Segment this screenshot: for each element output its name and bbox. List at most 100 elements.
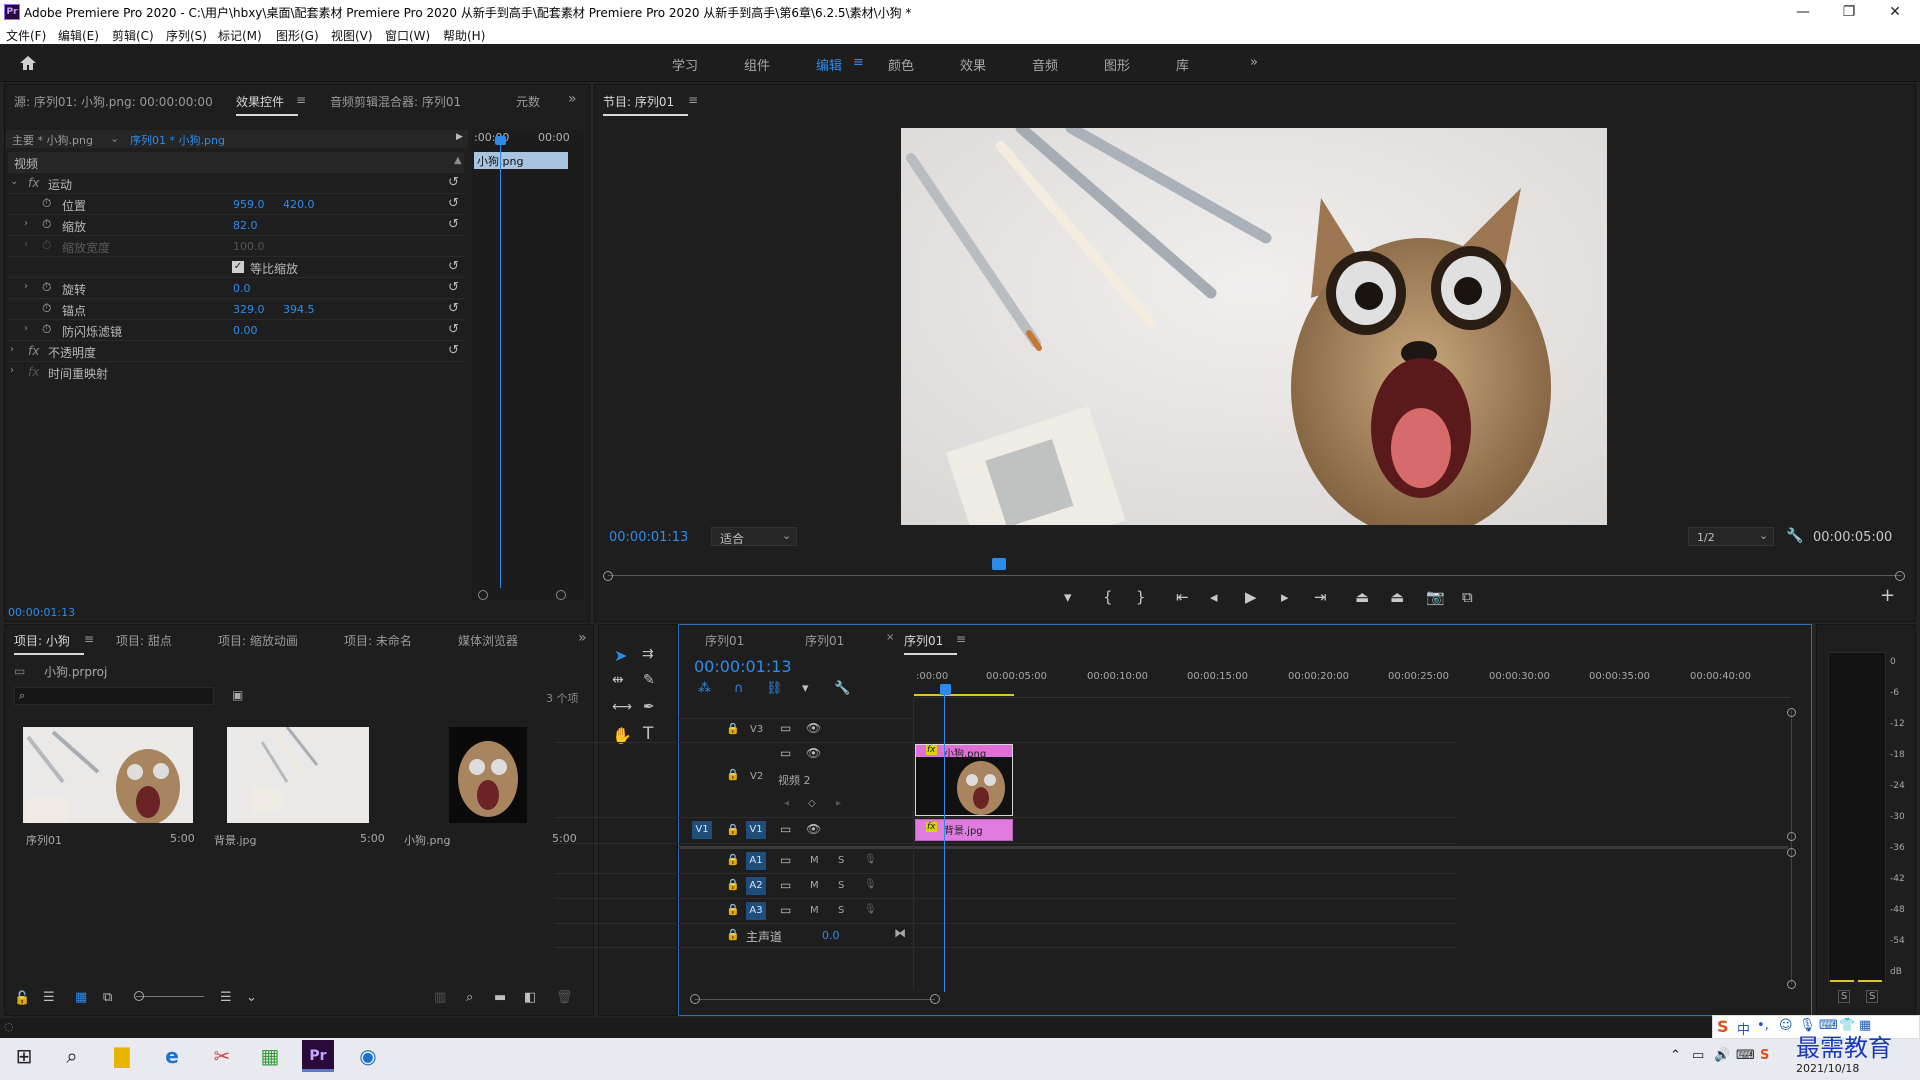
eye-icon[interactable]: 👁 [806, 822, 821, 836]
go-to-out-icon[interactable]: ⇥ [1314, 588, 1327, 606]
close-tab-icon[interactable]: × [886, 632, 894, 643]
windows-start-icon[interactable]: ⊞ [8, 1040, 40, 1072]
ripple-edit-tool-icon[interactable]: ⇹ [612, 672, 624, 688]
eye-icon[interactable]: 👁 [806, 721, 821, 735]
menu-clip[interactable]: 剪辑(C) [112, 27, 154, 44]
go-to-end-icon[interactable]: ⧓ [894, 926, 906, 940]
solo-button[interactable]: S [838, 880, 844, 891]
settings-wrench-icon[interactable]: 🔧 [834, 681, 850, 696]
lock-icon[interactable]: 🔓 [14, 991, 30, 1006]
expand-icon[interactable]: › [24, 323, 28, 334]
app-taskbar-icon[interactable]: ◉ [352, 1040, 384, 1072]
lock-icon[interactable]: 🔒 [726, 823, 740, 836]
program-playhead[interactable] [992, 558, 1006, 570]
prop-value[interactable]: 0.0 [233, 282, 251, 295]
menu-help[interactable]: 帮助(H) [443, 27, 485, 44]
project-menu-icon[interactable]: ≡ [84, 632, 94, 646]
list-view-icon[interactable]: ☰ [43, 990, 55, 1005]
stopwatch-icon[interactable]: ⏱ [42, 301, 51, 316]
microphone-icon[interactable]: 🎙 [864, 879, 877, 890]
reset-icon[interactable]: ↺ [448, 196, 459, 211]
prop-value[interactable]: 0.00 [233, 324, 258, 337]
clip-background-jpg[interactable]: fx 背景.jpg [915, 819, 1013, 841]
scroll-handle[interactable] [1787, 832, 1796, 841]
scroll-handle[interactable] [1787, 848, 1796, 857]
volume-icon[interactable]: 🔊 [1714, 1048, 1730, 1063]
prop-value[interactable]: 82.0 [233, 219, 258, 232]
expand-icon[interactable]: › [24, 218, 28, 229]
source-patch-v1[interactable]: V1 [692, 821, 712, 839]
keyframe-icon[interactable]: ◇ [808, 798, 816, 809]
reset-icon[interactable]: ↺ [448, 343, 459, 358]
sequence-clip-label[interactable]: 序列01 * 小狗.png [130, 132, 225, 148]
add-marker-icon[interactable]: ▾ [1064, 588, 1072, 606]
tab-metadata[interactable]: 元数 [516, 93, 540, 110]
thumb-background[interactable] [227, 727, 369, 823]
extract-icon[interactable]: ⏏ [1390, 588, 1404, 606]
timeline-timecode[interactable]: 00:00:01:13 [694, 657, 792, 676]
resolution-dropdown[interactable]: 1/2 ⌄ [1688, 527, 1774, 546]
add-marker-icon[interactable]: ▾ [802, 681, 809, 696]
prop-value-x[interactable]: 329.0 [233, 303, 265, 316]
next-keyframe-icon[interactable]: ▸ [836, 798, 841, 809]
reset-icon[interactable]: ↺ [448, 175, 459, 190]
scroll-handle[interactable] [1787, 708, 1796, 717]
track-target-a3[interactable]: A3 [746, 902, 766, 920]
new-bin-icon[interactable]: ▬ [494, 990, 506, 1005]
solo-left-button[interactable]: S [1838, 990, 1851, 1003]
menu-graphics[interactable]: 图形(G) [276, 27, 319, 44]
collapse-icon[interactable]: ▲ [454, 155, 462, 166]
lock-icon[interactable]: 🔒 [726, 903, 740, 916]
menu-sequence[interactable]: 序列(S) [166, 27, 207, 44]
sync-lock-icon[interactable]: ▭ [780, 853, 791, 867]
chevron-up-icon[interactable]: ⌃ [1670, 1048, 1681, 1063]
workspace-menu-icon[interactable]: ≡ [853, 55, 864, 70]
step-forward-icon[interactable]: ▸ [1281, 588, 1289, 606]
snap-icon[interactable]: ∩ [734, 681, 744, 696]
snipping-tool-icon[interactable]: ✂ [206, 1040, 238, 1072]
master-volume-value[interactable]: 0.0 [822, 929, 840, 942]
close-button[interactable]: ✕ [1872, 2, 1918, 22]
menu-edit[interactable]: 编辑(E) [58, 27, 99, 44]
nest-icon[interactable]: ⁂ [698, 681, 711, 696]
workspace-effects[interactable]: 效果 [960, 55, 986, 74]
fx-icon[interactable]: fx [28, 176, 39, 190]
reset-icon[interactable]: ↺ [448, 301, 459, 316]
track-label[interactable]: V3 [750, 724, 763, 735]
play-only-icon[interactable]: ▶ [456, 132, 463, 142]
scrub-end-handle[interactable] [1895, 571, 1905, 581]
program-timecode[interactable]: 00:00:01:13 [609, 530, 688, 545]
workspace-more-icon[interactable]: » [1250, 55, 1258, 70]
fx-icon[interactable]: fx [28, 344, 39, 358]
lock-icon[interactable]: 🔒 [726, 768, 740, 781]
photos-app-icon[interactable]: ▦ [254, 1040, 286, 1072]
program-menu-icon[interactable]: ≡ [688, 93, 698, 107]
selection-tool-icon[interactable]: ➤ [614, 646, 627, 665]
scroll-handle[interactable] [1787, 980, 1796, 989]
scrub-start-handle[interactable] [603, 571, 613, 581]
tab-project-untitled[interactable]: 项目: 未命名 [344, 632, 412, 649]
chevron-down-icon[interactable]: ⌄ [246, 990, 257, 1005]
file-explorer-icon[interactable]: ▇ [106, 1040, 138, 1072]
microphone-icon[interactable]: 🎙 [864, 854, 877, 865]
timeline-playhead-handle[interactable] [940, 684, 951, 695]
effect-timecode[interactable]: 00:00:01:13 [8, 606, 75, 619]
mark-out-icon[interactable]: } [1136, 588, 1146, 606]
go-to-in-icon[interactable]: ⇤ [1176, 588, 1189, 606]
tab-audio-mixer[interactable]: 音频剪辑混合器: 序列01 [330, 93, 461, 110]
wrench-icon[interactable]: 🔧 [1786, 528, 1803, 544]
tab-menu-icon[interactable]: ≡ [296, 93, 306, 107]
workspace-audio[interactable]: 音频 [1032, 55, 1058, 74]
zoom-handle-left[interactable] [478, 590, 488, 600]
tab-project-dessert[interactable]: 项目: 甜点 [116, 632, 172, 649]
workspace-learn[interactable]: 学习 [672, 55, 698, 74]
workspace-color[interactable]: 颜色 [888, 55, 914, 74]
zoom-handle-left[interactable] [690, 994, 700, 1004]
prop-value-y[interactable]: 394.5 [283, 303, 315, 316]
camera-icon[interactable]: 📷 [1426, 588, 1445, 606]
mute-button[interactable]: M [810, 905, 819, 916]
sync-lock-icon[interactable]: ▭ [780, 721, 791, 735]
track-target-a2[interactable]: A2 [746, 877, 766, 895]
uniform-scale-checkbox[interactable]: ✓ [232, 261, 244, 273]
premiere-taskbar-icon[interactable]: Pr [302, 1040, 334, 1072]
